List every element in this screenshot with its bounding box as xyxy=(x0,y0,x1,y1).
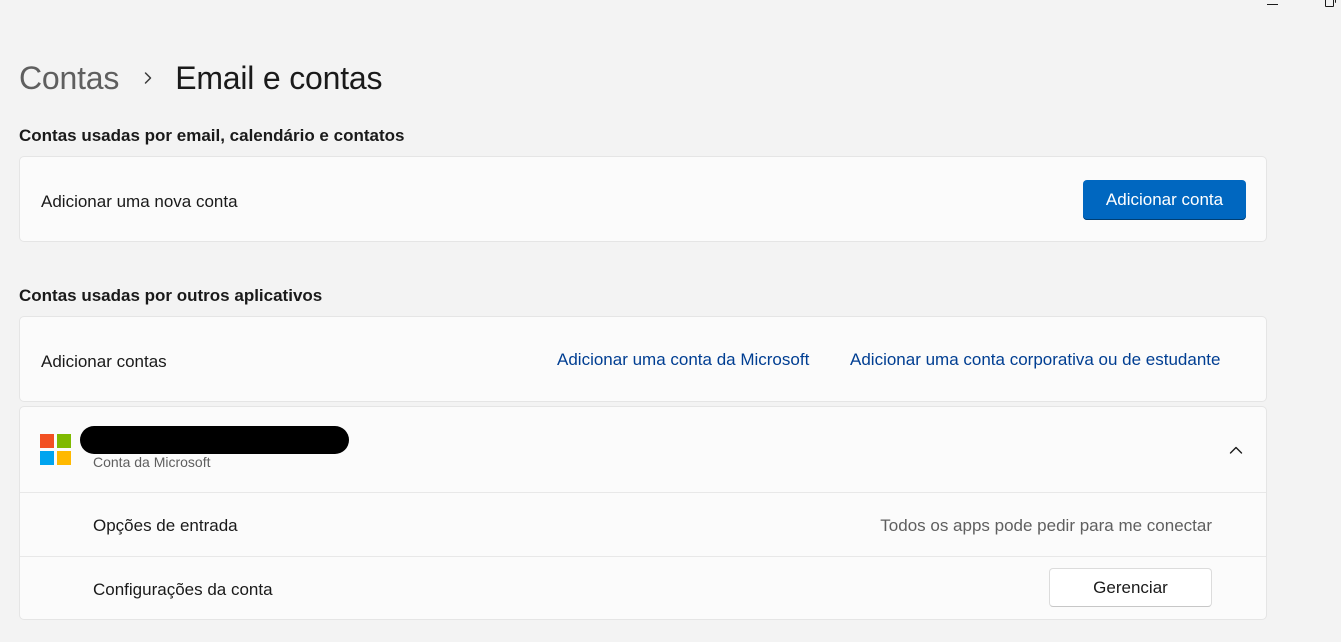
add-accounts-label: Adicionar contas xyxy=(41,352,167,371)
account-type-label: Conta da Microsoft xyxy=(93,454,211,470)
minimize-icon[interactable] xyxy=(1267,4,1278,5)
page-title: Email e contas xyxy=(175,59,383,96)
signin-options-row: Opções de entrada Todos os apps pode ped… xyxy=(20,492,1266,556)
add-work-account-link[interactable]: Adicionar uma conta corporativa ou de es… xyxy=(850,350,1220,370)
section-title-email: Contas usadas por email, calendário e co… xyxy=(19,126,405,145)
signin-options-label: Opções de entrada xyxy=(93,516,238,535)
redacted-account-name xyxy=(80,426,349,454)
microsoft-account-card: Conta da Microsoft Opções de entrada Tod… xyxy=(19,406,1267,620)
add-email-account-label: Adicionar uma nova conta xyxy=(41,192,238,211)
section-title-apps: Contas usadas por outros aplicativos xyxy=(19,286,323,305)
account-settings-label: Configurações da conta xyxy=(93,580,273,599)
add-app-accounts-card: Adicionar contas Adicionar uma conta da … xyxy=(19,316,1267,402)
add-account-button[interactable]: Adicionar conta xyxy=(1083,180,1246,220)
signin-options-value: Todos os apps pode pedir para me conecta… xyxy=(880,516,1212,535)
chevron-up-icon[interactable] xyxy=(1228,442,1244,458)
breadcrumb-parent[interactable]: Contas xyxy=(19,60,119,97)
settings-page: Contas Email e contas Contas usadas por … xyxy=(0,0,1341,642)
microsoft-logo-icon xyxy=(40,434,71,465)
chevron-right-icon xyxy=(141,71,155,85)
breadcrumb: Contas Email e contas xyxy=(19,56,382,100)
manage-button[interactable]: Gerenciar xyxy=(1049,568,1212,607)
restore-icon[interactable] xyxy=(1325,0,1339,8)
account-settings-row: Configurações da conta Gerenciar xyxy=(20,556,1266,620)
add-microsoft-account-link[interactable]: Adicionar uma conta da Microsoft xyxy=(557,350,809,370)
add-email-account-card: Adicionar uma nova conta Adicionar conta xyxy=(19,156,1267,242)
